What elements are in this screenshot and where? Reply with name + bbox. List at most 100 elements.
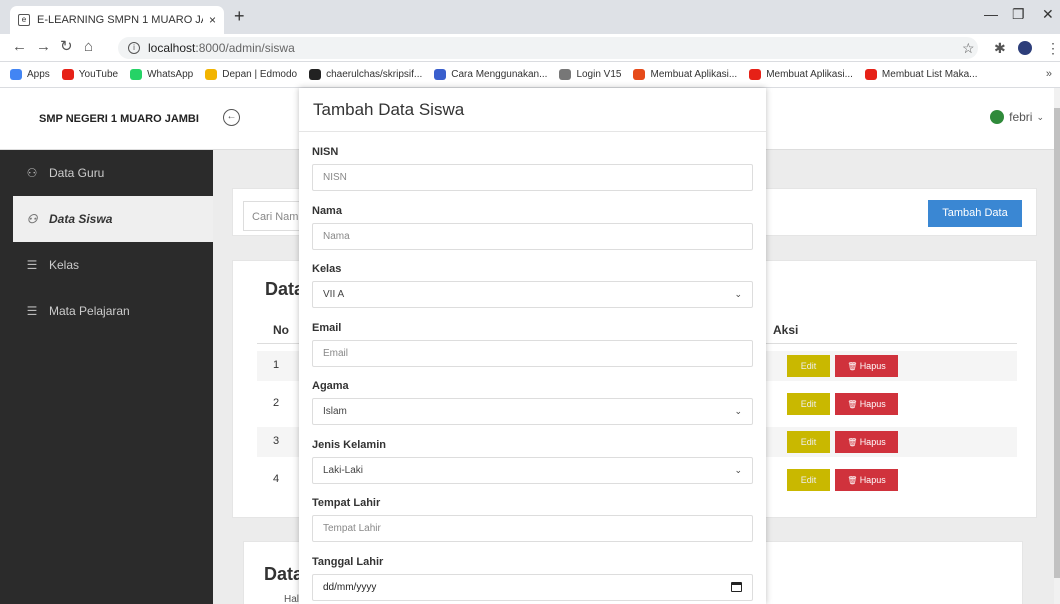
delete-button[interactable]: 🗑 Hapus bbox=[835, 393, 898, 415]
delete-label: Hapus bbox=[859, 437, 886, 447]
menu-icon[interactable]: ⋮ bbox=[1046, 40, 1060, 57]
sidebar-item-label: Mata Pelajaran bbox=[49, 304, 130, 318]
bookmark-star-icon[interactable]: ☆ bbox=[962, 40, 975, 57]
delete-label: Hapus bbox=[859, 399, 886, 409]
text-field[interactable]: Tempat Lahir bbox=[312, 515, 753, 542]
bookmark-icon bbox=[130, 69, 143, 80]
date-field[interactable]: dd/mm/yyyy bbox=[312, 573, 753, 601]
url-path: :8000/admin/siswa bbox=[195, 41, 295, 55]
sidebar-toggle-icon[interactable]: ← bbox=[223, 109, 240, 126]
tab-title: E-LEARNING SMPN 1 MUARO JA bbox=[37, 14, 203, 26]
bookmark-label: Cara Menggunakan... bbox=[451, 69, 548, 80]
user-menu[interactable]: febri ⌄ bbox=[990, 110, 1044, 124]
reload-icon[interactable]: ↻ bbox=[60, 39, 73, 55]
bookmark-label: Apps bbox=[27, 69, 50, 80]
new-tab-button[interactable]: + bbox=[234, 7, 245, 25]
bookmark-item[interactable]: Depan | Edmodo bbox=[205, 69, 297, 80]
field-placeholder: Email bbox=[323, 347, 349, 359]
bookmark-item[interactable]: Membuat Aplikasi... bbox=[633, 69, 737, 80]
restore-icon[interactable]: ❐ bbox=[1012, 6, 1025, 23]
chevron-down-icon: ⌄ bbox=[734, 464, 742, 475]
bookmark-label: Depan | Edmodo bbox=[222, 69, 298, 80]
extensions-icon[interactable]: ✱ bbox=[994, 40, 1006, 57]
sidebar: ⚇ Data Guru ⚇ Data Siswa ☰ Kelas ☰ Mata Pelajar… bbox=[0, 150, 213, 604]
text-field[interactable]: NISN bbox=[312, 164, 753, 191]
bookmark-item[interactable]: WhatsApp bbox=[130, 69, 193, 80]
bookmark-item[interactable]: YouTube bbox=[61, 69, 119, 80]
trash-icon: 🗑 bbox=[847, 362, 860, 371]
delete-button[interactable]: 🗑 Hapus bbox=[835, 469, 898, 491]
field-label: Agama bbox=[312, 380, 349, 392]
favicon-icon: e bbox=[18, 14, 30, 26]
row-number: 1 bbox=[273, 359, 280, 371]
row-number: 4 bbox=[273, 473, 280, 485]
row-number: 2 bbox=[273, 397, 280, 409]
database-icon: ☰ bbox=[26, 258, 38, 272]
user-avatar bbox=[990, 110, 1005, 124]
text-field[interactable]: Email bbox=[312, 339, 753, 367]
bookmark-label: Membuat List Maka... bbox=[881, 69, 978, 80]
delete-button[interactable]: 🗑 Hapus bbox=[835, 431, 898, 453]
form-group: Tanggal Lahir dd/mm/yyyy bbox=[312, 556, 753, 601]
form-group: Nama Nama bbox=[312, 205, 753, 250]
profile-avatar[interactable] bbox=[1018, 41, 1032, 55]
edit-button[interactable]: Edit bbox=[787, 469, 830, 491]
browser-tab[interactable]: e E-LEARNING SMPN 1 MUARO JA × bbox=[10, 6, 224, 34]
users-icon: ⚇ bbox=[26, 166, 38, 180]
minimize-icon[interactable]: — bbox=[984, 6, 998, 22]
bookmark-item[interactable]: chaerulchas/skripsif... bbox=[309, 69, 422, 80]
tab-close-icon[interactable]: × bbox=[209, 13, 216, 27]
bookmark-label: YouTube bbox=[78, 69, 119, 80]
url-bar[interactable]: i localhost :8000/admin/siswa bbox=[118, 37, 978, 59]
delete-label: Hapus bbox=[859, 475, 886, 485]
forward-icon[interactable]: → bbox=[36, 39, 51, 55]
sidebar-item[interactable]: ☰ Mata Pelajaran bbox=[0, 288, 213, 334]
back-icon[interactable]: ← bbox=[12, 39, 27, 55]
select-field[interactable]: Laki-Laki ⌄ bbox=[312, 456, 753, 484]
field-value: dd/mm/yyyy bbox=[323, 581, 377, 593]
second-card-subtitle: Hal bbox=[284, 594, 300, 604]
form-group: Jenis Kelamin Laki-Laki ⌄ bbox=[312, 439, 753, 484]
bookmark-label: WhatsApp bbox=[147, 69, 194, 80]
scrollbar-thumb[interactable] bbox=[1054, 108, 1060, 578]
bookmark-item[interactable]: Apps bbox=[10, 69, 50, 80]
select-field[interactable]: Islam ⌄ bbox=[312, 398, 753, 425]
bookmark-item[interactable]: Membuat List Maka... bbox=[864, 69, 978, 80]
add-data-button[interactable]: Tambah Data bbox=[928, 200, 1022, 227]
form-group: NISN NISN bbox=[312, 146, 753, 191]
user-name: febri bbox=[1009, 110, 1033, 124]
home-icon[interactable]: ⌂ bbox=[84, 39, 93, 55]
text-field[interactable]: Nama bbox=[312, 222, 753, 250]
bookmark-label: Membuat Aplikasi... bbox=[766, 69, 853, 80]
field-label: Tempat Lahir bbox=[312, 497, 381, 509]
bookmarks-more-icon[interactable]: » bbox=[1046, 68, 1052, 80]
column-header-action: Aksi bbox=[773, 323, 799, 337]
field-placeholder: Nama bbox=[323, 230, 350, 242]
trash-icon: 🗑 bbox=[847, 400, 860, 409]
bookmark-item[interactable]: Login V15 bbox=[559, 69, 621, 80]
bookmark-icon bbox=[633, 69, 646, 80]
sidebar-item-label: Data Siswa bbox=[49, 212, 113, 226]
browser-tab-bar: e E-LEARNING SMPN 1 MUARO JA × + — ❐ ✕ bbox=[0, 0, 1060, 34]
page-scrollbar[interactable] bbox=[1054, 88, 1060, 604]
bookmark-item[interactable]: Cara Menggunakan... bbox=[434, 69, 547, 80]
search-input[interactable]: Cari Nama bbox=[243, 201, 305, 231]
edit-button[interactable]: Edit bbox=[787, 393, 830, 415]
edit-button[interactable]: Edit bbox=[787, 355, 830, 377]
bookmark-label: Membuat Aplikasi... bbox=[650, 69, 738, 80]
site-info-icon[interactable]: i bbox=[128, 42, 140, 54]
field-value: Islam bbox=[323, 406, 347, 417]
sidebar-item[interactable]: ☰ Kelas bbox=[0, 242, 213, 288]
calendar-icon[interactable] bbox=[731, 582, 742, 592]
sidebar-item[interactable]: ⚇ Data Guru bbox=[0, 150, 213, 196]
window-close-icon[interactable]: ✕ bbox=[1042, 6, 1054, 23]
bookmark-icon bbox=[61, 69, 74, 80]
delete-button[interactable]: 🗑 Hapus bbox=[835, 355, 898, 377]
edit-button[interactable]: Edit bbox=[787, 431, 830, 453]
select-field[interactable]: VII A ⌄ bbox=[312, 281, 753, 308]
sidebar-item[interactable]: ⚇ Data Siswa bbox=[13, 196, 213, 242]
form-group: Tempat Lahir Tempat Lahir bbox=[312, 497, 753, 542]
bookmark-item[interactable]: Membuat Aplikasi... bbox=[749, 69, 853, 80]
form-group: Kelas VII A ⌄ bbox=[312, 263, 753, 308]
bookmark-icon bbox=[10, 69, 22, 80]
